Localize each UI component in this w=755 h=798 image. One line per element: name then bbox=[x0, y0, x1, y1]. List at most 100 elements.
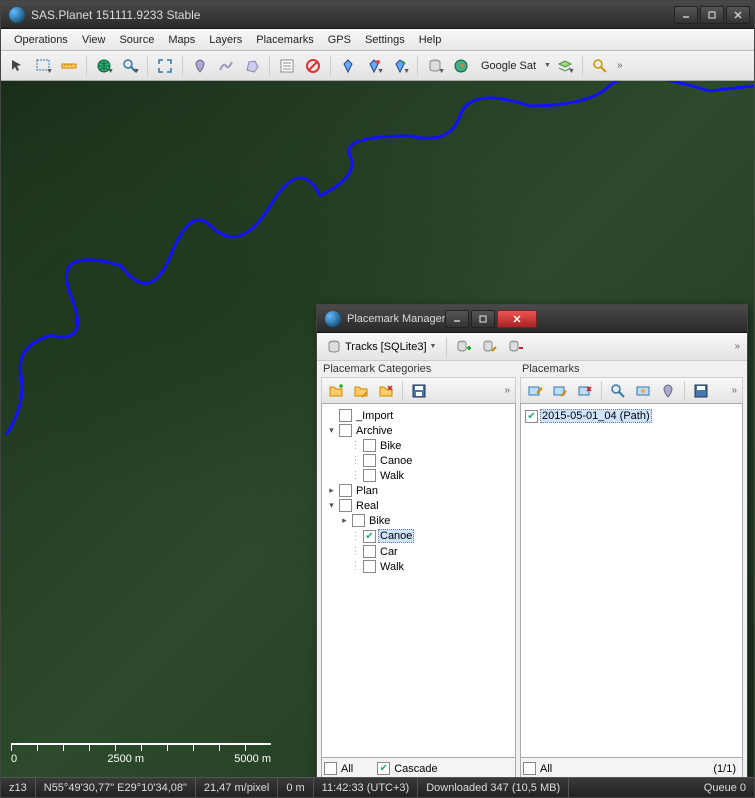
menubar: Operations View Source Maps Layers Place… bbox=[1, 29, 754, 51]
maximize-button[interactable] bbox=[700, 6, 724, 24]
list-item: ✔ 2015-05-01_04 (Path) bbox=[525, 408, 738, 424]
add-placemark-button[interactable] bbox=[656, 379, 680, 403]
scale-bar: 0 2500 m 5000 m bbox=[11, 743, 271, 771]
gps-track-button[interactable]: ▼ bbox=[362, 54, 386, 78]
tree-item-import: _Import bbox=[326, 408, 511, 423]
map-source-label[interactable]: Google Sat bbox=[475, 60, 542, 72]
placemarks-toolbar-overflow[interactable]: » bbox=[728, 385, 740, 396]
database-selector[interactable]: Tracks [SQLite3] ▼ bbox=[321, 337, 441, 357]
main-window: SAS.Planet 151111.9233 Stable Operations… bbox=[0, 0, 755, 798]
add-category-button[interactable] bbox=[324, 379, 348, 403]
dialog-toolbar-overflow[interactable]: » bbox=[731, 341, 743, 352]
search-placemark-button[interactable] bbox=[606, 379, 630, 403]
cache-button[interactable]: ▼ bbox=[423, 54, 447, 78]
tree-item: ⋮Walk bbox=[326, 559, 511, 574]
delete-placemark-button[interactable] bbox=[573, 379, 597, 403]
tree-item: ⋮Car bbox=[326, 544, 511, 559]
categories-label: Placemark Categories bbox=[321, 361, 516, 377]
titlebar[interactable]: SAS.Planet 151111.9233 Stable bbox=[1, 1, 754, 29]
menu-operations[interactable]: Operations bbox=[7, 32, 75, 48]
menu-maps[interactable]: Maps bbox=[161, 32, 202, 48]
tree-item-plan: ▸Plan bbox=[326, 483, 511, 498]
dialog-close-button[interactable] bbox=[497, 310, 537, 328]
status-mpp: 21,47 m/pixel bbox=[196, 778, 278, 797]
edit-db-button[interactable] bbox=[478, 335, 502, 359]
placemarks-footer: All (1/1) bbox=[520, 758, 743, 777]
hide-placemarks-button[interactable] bbox=[301, 54, 325, 78]
map-view[interactable]: 0 2500 m 5000 m Placemark Manager Tracks bbox=[1, 81, 754, 777]
menu-placemarks[interactable]: Placemarks bbox=[249, 32, 320, 48]
zoom-tool[interactable]: ▼ bbox=[118, 54, 142, 78]
placemark-path-tool[interactable] bbox=[214, 54, 238, 78]
add-db-button[interactable] bbox=[452, 335, 476, 359]
placemark-polygon-tool[interactable] bbox=[240, 54, 264, 78]
close-button[interactable] bbox=[726, 6, 750, 24]
cascade-checkbox[interactable]: ✔Cascade bbox=[377, 762, 437, 775]
menu-help[interactable]: Help bbox=[412, 32, 449, 48]
select-rect-tool[interactable]: ▼ bbox=[31, 54, 55, 78]
status-downloaded: Downloaded 347 (10,5 MB) bbox=[418, 778, 569, 797]
categories-all-checkbox[interactable]: All bbox=[324, 762, 353, 775]
save-category-button[interactable] bbox=[407, 379, 431, 403]
menu-source[interactable]: Source bbox=[112, 32, 161, 48]
search-button[interactable] bbox=[588, 54, 612, 78]
dialog-titlebar[interactable]: Placemark Manager bbox=[317, 305, 747, 333]
menu-settings[interactable]: Settings bbox=[358, 32, 412, 48]
map-source-dropdown[interactable]: ▼ bbox=[544, 62, 551, 69]
placemarks-all-checkbox[interactable]: All bbox=[523, 762, 552, 775]
remove-category-button[interactable] bbox=[374, 379, 398, 403]
tree-item: ⋮Bike bbox=[326, 438, 511, 453]
scale-left: 0 bbox=[11, 753, 17, 765]
placemarks-count: (1/1) bbox=[713, 763, 740, 775]
placemark-point-tool[interactable] bbox=[188, 54, 212, 78]
placemarks-label: Placemarks bbox=[520, 361, 743, 377]
app-title: SAS.Planet 151111.9233 Stable bbox=[31, 8, 674, 22]
categories-panel: Placemark Categories » _Import ▾Archive … bbox=[321, 361, 516, 777]
categories-toolbar-overflow[interactable]: » bbox=[501, 385, 513, 396]
status-time: 11:42:33 (UTC+3) bbox=[314, 778, 419, 797]
gps-connect-button[interactable] bbox=[336, 54, 360, 78]
categories-tree[interactable]: _Import ▾Archive ⋮Bike ⋮Canoe ⋮Walk ▸Pla… bbox=[321, 403, 516, 758]
tree-item-archive: ▾Archive bbox=[326, 423, 511, 438]
placemark-manager-button[interactable] bbox=[275, 54, 299, 78]
status-queue: Queue 0 bbox=[696, 778, 754, 797]
categories-footer: All ✔Cascade bbox=[321, 758, 516, 777]
status-coords: N55°49'30,77" E29°10'34,08" bbox=[36, 778, 196, 797]
dialog-maximize-button[interactable] bbox=[471, 310, 495, 328]
tree-item: ⋮Canoe bbox=[326, 453, 511, 468]
fullscreen-tool[interactable] bbox=[153, 54, 177, 78]
remove-db-button[interactable] bbox=[504, 335, 528, 359]
tree-item-real: ▾Real bbox=[326, 498, 511, 513]
status-elevation: 0 m bbox=[278, 778, 313, 797]
placemarks-list[interactable]: ✔ 2015-05-01_04 (Path) bbox=[520, 403, 743, 758]
dialog-minimize-button[interactable] bbox=[445, 310, 469, 328]
database-label: Tracks [SQLite3] bbox=[345, 341, 427, 353]
globe-tool[interactable]: ▼ bbox=[92, 54, 116, 78]
gps-center-button[interactable]: ▼ bbox=[388, 54, 412, 78]
status-zoom: z13 bbox=[1, 778, 36, 797]
tree-item-canoe: ⋮✔Canoe bbox=[326, 528, 511, 544]
categories-toolbar: » bbox=[321, 377, 516, 403]
minimize-button[interactable] bbox=[674, 6, 698, 24]
menu-layers[interactable]: Layers bbox=[202, 32, 249, 48]
edit-placemark-button[interactable] bbox=[548, 379, 572, 403]
fit-placemark-button[interactable] bbox=[631, 379, 655, 403]
menu-gps[interactable]: GPS bbox=[321, 32, 358, 48]
tree-item: ▸Bike bbox=[326, 513, 511, 528]
placemark-manager-dialog[interactable]: Placemark Manager Tracks [SQLite3] ▼ » bbox=[316, 304, 748, 777]
pointer-tool[interactable] bbox=[5, 54, 29, 78]
edit-category-button[interactable] bbox=[349, 379, 373, 403]
layers-button[interactable]: ▼ bbox=[553, 54, 577, 78]
goto-placemark-button[interactable] bbox=[523, 379, 547, 403]
menu-view[interactable]: View bbox=[75, 32, 113, 48]
toolbar: ▼ ▼ ▼ ▼ ▼ ▼ Google Sat ▼ ▼ » bbox=[1, 51, 754, 81]
dialog-icon bbox=[325, 311, 341, 327]
placemarks-panel: Placemarks » bbox=[520, 361, 743, 777]
ruler-tool[interactable] bbox=[57, 54, 81, 78]
statusbar: z13 N55°49'30,77" E29°10'34,08" 21,47 m/… bbox=[1, 777, 754, 797]
toolbar-overflow[interactable]: » bbox=[614, 60, 626, 71]
map-source-icon[interactable] bbox=[449, 54, 473, 78]
scale-right: 5000 m bbox=[234, 753, 271, 765]
dialog-toolbar: Tracks [SQLite3] ▼ » bbox=[317, 333, 747, 361]
save-placemark-button[interactable] bbox=[689, 379, 713, 403]
